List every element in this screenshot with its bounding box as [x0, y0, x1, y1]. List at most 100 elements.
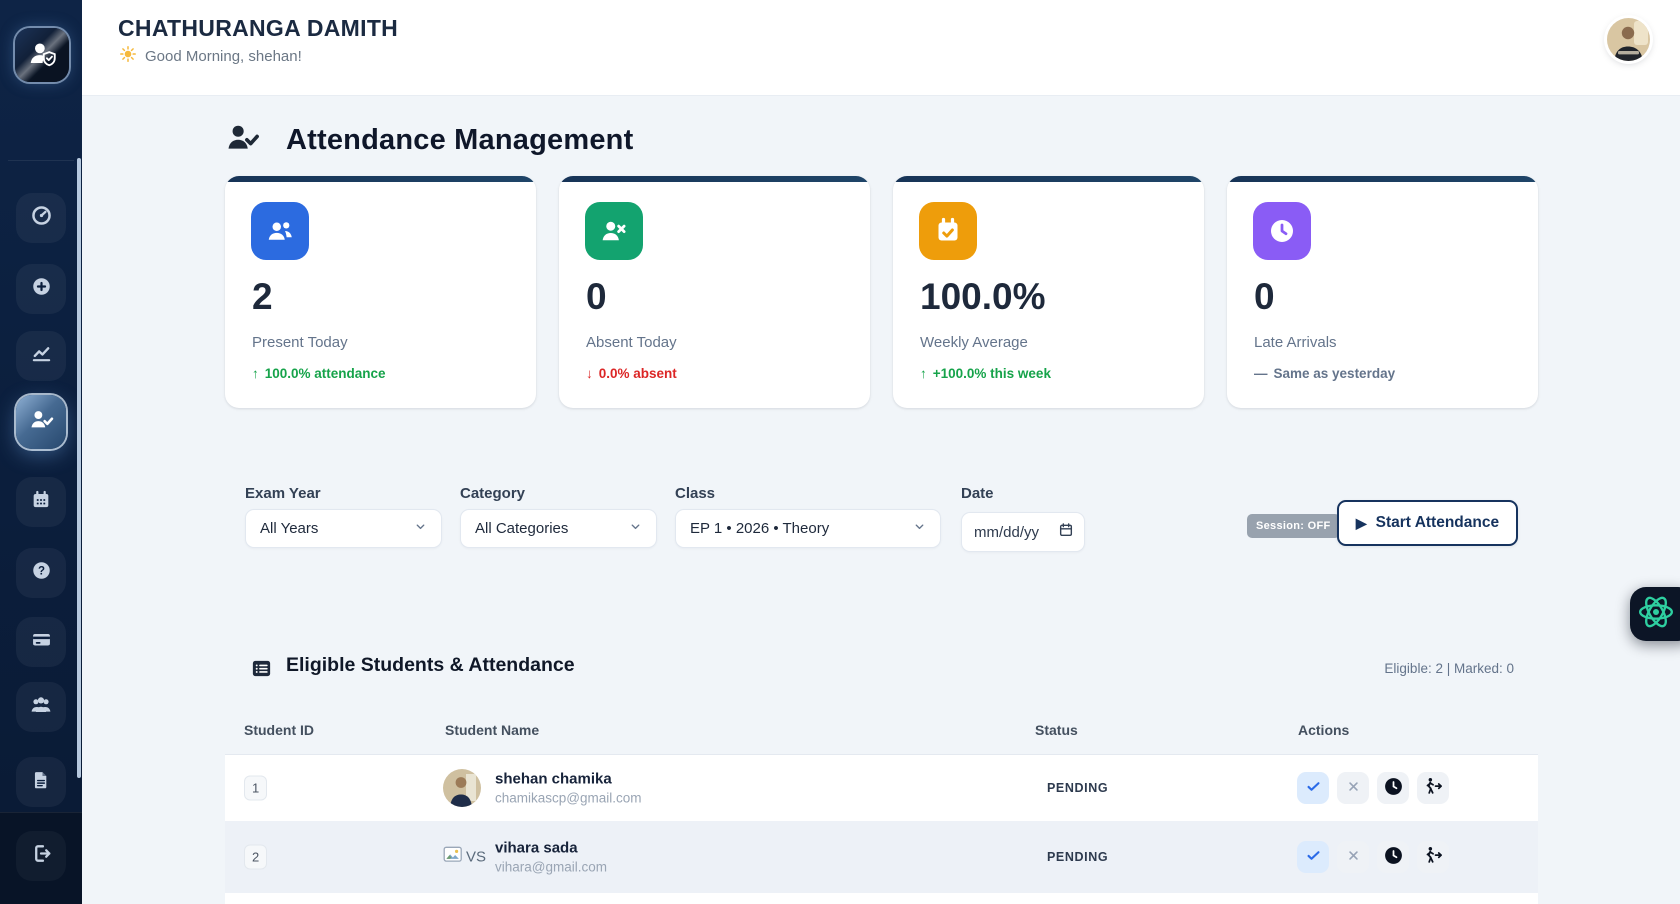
stat-label: Absent Today: [586, 334, 677, 351]
user-check-icon: [29, 407, 54, 437]
class-select[interactable]: EP 1 • 2026 • Theory: [675, 509, 941, 548]
sidebar-item-dashboard[interactable]: [16, 193, 66, 243]
status-badge: PENDING: [1047, 781, 1108, 795]
stat-card-weekly-average: 100.0% Weekly Average ↑+100.0% this week: [893, 176, 1204, 408]
exam-year-select[interactable]: All Years: [245, 509, 442, 548]
sidebar-bottom-section: [0, 812, 82, 904]
sidebar-item-add-new[interactable]: [16, 264, 66, 314]
user-check-title-icon: [225, 120, 260, 160]
col-student-id: Student ID: [244, 722, 314, 738]
stat-value: 0: [586, 276, 607, 318]
sidebar-item-schedule[interactable]: [16, 477, 66, 527]
page-title: Attendance Management: [286, 124, 633, 157]
app-logo[interactable]: [15, 28, 69, 82]
top-header: CHATHURANGA DAMITH Good Morning, shehan!: [82, 0, 1680, 96]
stat-value: 0: [1254, 276, 1275, 318]
clock-icon: [1383, 845, 1404, 869]
chevron-down-icon: [629, 520, 642, 537]
stat-label: Present Today: [252, 334, 348, 351]
sidebar-item-logout[interactable]: [16, 831, 66, 881]
table-row: 2 VS vihara sada vihara@gmail.com PENDIN…: [225, 821, 1538, 893]
table-summary: Eligible: 2 | Marked: 0: [1384, 661, 1514, 676]
row-actions: [1297, 841, 1449, 873]
card-accent: [559, 176, 870, 182]
sidebar-item-students[interactable]: [16, 682, 66, 732]
person-walking-arrow-icon: [1423, 845, 1444, 869]
svg-text:?: ?: [37, 566, 44, 578]
stat-card-late-arrivals: 0 Late Arrivals —Same as yesterday: [1227, 176, 1538, 408]
user-x-icon: [585, 202, 643, 260]
card-accent: [1227, 176, 1538, 182]
x-icon: [1346, 779, 1361, 797]
stat-cards: 2 Present Today ↑100.0% attendance 0 Abs…: [225, 176, 1538, 408]
stat-label: Late Arrivals: [1254, 334, 1337, 351]
sidebar-item-documents[interactable]: [16, 757, 66, 807]
institute-name: CHATHURANGA DAMITH: [118, 15, 398, 42]
student-name: vihara sada: [495, 840, 607, 857]
category-select[interactable]: All Categories: [460, 509, 657, 548]
avatar-photo: [443, 769, 481, 807]
trend-arrow: ↑: [920, 366, 927, 381]
mark-leave-button[interactable]: [1417, 772, 1449, 804]
mark-late-button[interactable]: [1377, 772, 1409, 804]
list-icon: [250, 657, 273, 685]
mark-absent-button[interactable]: [1337, 772, 1369, 804]
chevron-down-icon: [414, 520, 427, 537]
person-walking-arrow-icon: [1423, 776, 1444, 800]
student-avatar: [443, 769, 481, 807]
credit-card-icon: [30, 628, 53, 656]
table-footer-spacer: [225, 893, 1538, 904]
greeting: Good Morning, shehan!: [119, 45, 302, 68]
clock-icon: [1253, 202, 1311, 260]
session-status-badge: Session: OFF: [1247, 514, 1340, 538]
category-label: Category: [460, 485, 525, 502]
mark-leave-button[interactable]: [1417, 841, 1449, 873]
stat-trend: ↑100.0% attendance: [252, 366, 386, 381]
sidebar-divider: [8, 160, 74, 161]
sidebar-item-attendance[interactable]: [16, 395, 66, 449]
sidebar-item-help[interactable]: ?: [16, 548, 66, 598]
mark-present-button[interactable]: [1297, 841, 1329, 873]
stat-value: 2: [252, 276, 273, 318]
col-status: Status: [1035, 722, 1078, 738]
greeting-text: Good Morning, shehan!: [145, 48, 302, 65]
mark-late-button[interactable]: [1377, 841, 1409, 873]
stat-trend: —Same as yesterday: [1254, 366, 1395, 381]
mark-absent-button[interactable]: [1337, 841, 1369, 873]
stat-trend: ↓0.0% absent: [586, 366, 677, 381]
sidebar-item-analytics[interactable]: [16, 331, 66, 381]
sidebar-item-billing[interactable]: [16, 617, 66, 667]
stat-card-present-today: 2 Present Today ↑100.0% attendance: [225, 176, 536, 408]
broken-image-icon: [443, 846, 463, 869]
mark-present-button[interactable]: [1297, 772, 1329, 804]
users-group-icon: [29, 693, 53, 722]
check-icon: [1305, 778, 1322, 798]
card-accent: [893, 176, 1204, 182]
stat-label: Weekly Average: [920, 334, 1028, 351]
calendar-picker-icon[interactable]: [1058, 522, 1074, 542]
col-actions: Actions: [1298, 722, 1349, 738]
student-name: shehan chamika: [495, 771, 642, 788]
status-badge: PENDING: [1047, 850, 1108, 864]
x-icon: [1346, 848, 1361, 866]
chevron-down-icon: [913, 520, 926, 537]
start-attendance-button[interactable]: ▶ Start Attendance: [1337, 500, 1518, 546]
profile-avatar[interactable]: [1607, 18, 1650, 61]
date-input[interactable]: mm/dd/yy: [961, 512, 1085, 552]
play-icon: ▶: [1356, 516, 1367, 530]
atom-icon: [1630, 593, 1675, 636]
student-id-badge: 2: [244, 845, 267, 870]
sun-icon: [119, 45, 137, 68]
gauge-icon: [30, 204, 53, 232]
avatar-alt-text: VS: [466, 849, 486, 866]
sidebar-scrollbar[interactable]: [77, 158, 81, 778]
sidebar: ?: [0, 0, 82, 904]
table-row: 1 shehan chamika chamikascp@gmail.com PE…: [225, 755, 1538, 821]
devtools-fab[interactable]: [1630, 587, 1680, 641]
trend-arrow: —: [1254, 366, 1268, 381]
stat-value: 100.0%: [920, 276, 1046, 318]
row-actions: [1297, 772, 1449, 804]
student-email: vihara@gmail.com: [495, 860, 607, 875]
document-icon: [30, 769, 52, 796]
table-header-row: Student ID Student Name Status Actions: [225, 706, 1538, 755]
